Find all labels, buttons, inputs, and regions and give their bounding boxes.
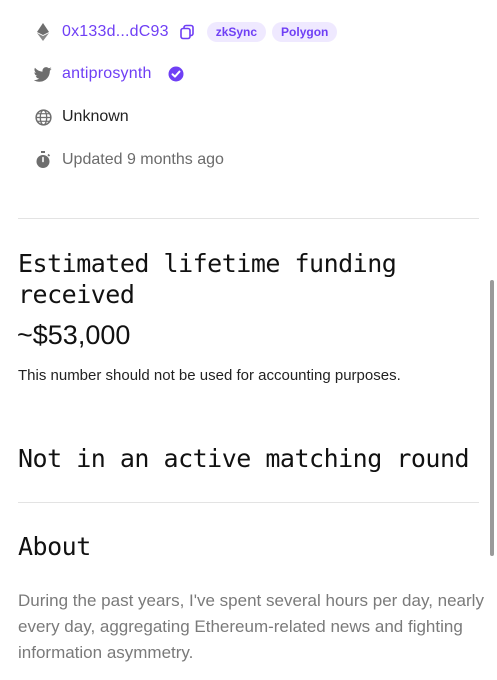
funding-amount: ~$53,000	[17, 320, 131, 350]
globe-icon	[33, 107, 53, 127]
chain-badge-zksync: zkSync	[206, 22, 267, 42]
updated-row: Updated 9 months ago	[33, 150, 224, 170]
twitter-handle-link[interactable]: antiprosynth	[62, 65, 152, 83]
verified-badge-icon	[168, 66, 184, 82]
scrollbar[interactable]	[490, 280, 494, 556]
ethereum-icon	[33, 22, 53, 42]
website-label: Unknown	[62, 108, 129, 125]
funding-heading: Estimated lifetime funding received	[18, 249, 397, 309]
copy-icon[interactable]	[179, 24, 195, 40]
wallet-row: 0x133d...dC93 zkSync Polygon	[33, 22, 338, 42]
funding-note: This number should not be used for accou…	[18, 367, 401, 384]
website-row: Unknown	[33, 107, 129, 127]
updated-label: Updated 9 months ago	[62, 151, 224, 168]
twitter-icon	[33, 64, 53, 84]
divider	[18, 218, 479, 219]
wallet-address-link[interactable]: 0x133d...dC93	[62, 23, 169, 41]
about-body: During the past years, I've spent severa…	[18, 591, 484, 662]
about-heading: About	[18, 532, 91, 561]
chain-badge-polygon: Polygon	[272, 22, 338, 42]
stopwatch-icon	[33, 150, 53, 170]
twitter-row: antiprosynth	[33, 64, 184, 84]
divider	[18, 502, 479, 503]
matching-round-heading: Not in an active matching round	[18, 444, 470, 473]
